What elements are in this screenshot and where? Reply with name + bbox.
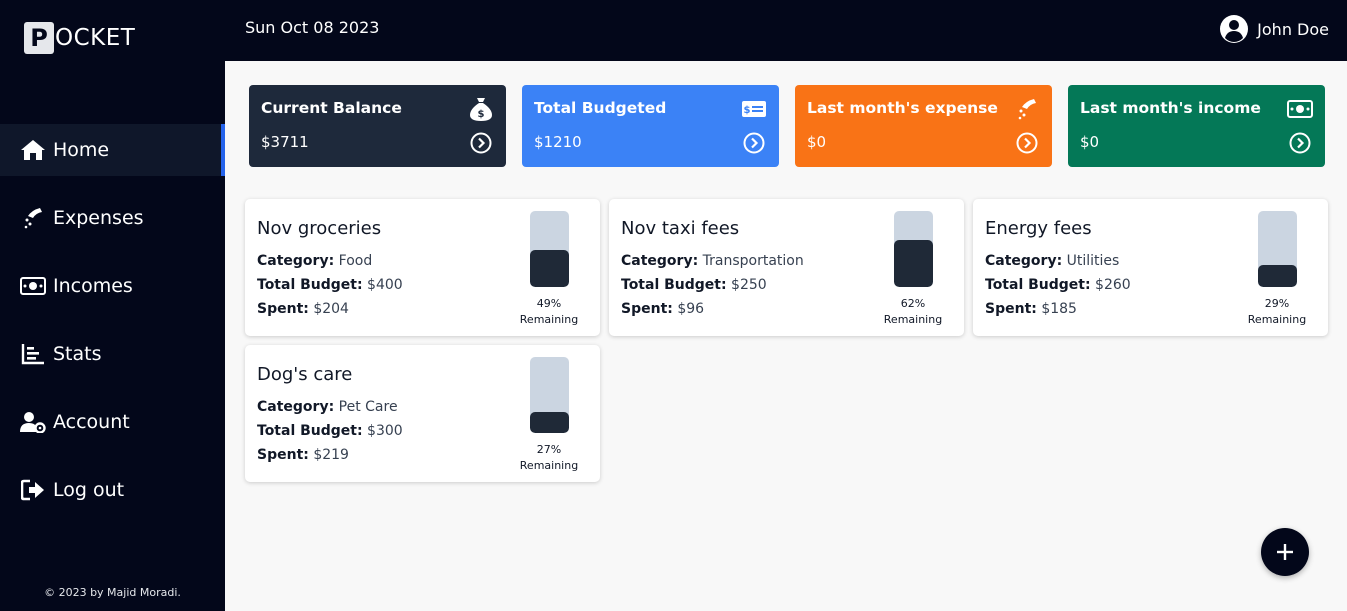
budget-total: Total Budget: $300 — [257, 423, 403, 439]
sidebar-item-account[interactable]: Account — [0, 396, 225, 448]
budget-list: Nov groceries Category: Food Total Budge… — [245, 199, 1335, 482]
sidebar: P OCKET Home Expenses Incomes Stats Acco… — [0, 0, 225, 611]
summary-cards: Current Balance $3711 $ Total Budgeted $… — [249, 85, 1325, 167]
sidebar-item-incomes[interactable]: Incomes — [0, 260, 225, 312]
budget-category: Category: Food — [257, 253, 373, 269]
user-avatar-icon — [1220, 15, 1249, 43]
budget-card[interactable]: Nov taxi fees Category: Transportation T… — [609, 199, 964, 336]
money-bag-icon: $ — [468, 97, 494, 121]
summary-title: Current Balance — [261, 99, 402, 117]
home-icon — [20, 138, 46, 162]
budget-category: Category: Utilities — [985, 253, 1120, 269]
budget-card[interactable]: Dog's care Category: Pet Care Total Budg… — [245, 345, 600, 482]
sidebar-item-label: Stats — [53, 343, 102, 365]
summary-title: Last month's income — [1080, 99, 1261, 117]
remaining-percent: 27% Remaining — [519, 443, 579, 472]
budget-total: Total Budget: $400 — [257, 277, 403, 293]
sidebar-item-label: Expenses — [53, 207, 144, 229]
remaining-bar-fill — [530, 412, 569, 433]
logout-icon — [20, 478, 46, 502]
user-name: John Doe — [1257, 19, 1329, 39]
sidebar-item-expenses[interactable]: Expenses — [0, 192, 225, 244]
money-icon — [1287, 97, 1313, 121]
sidebar-nav: Home Expenses Incomes Stats Account Log … — [0, 124, 225, 532]
budget-name: Dog's care — [257, 364, 353, 385]
remaining-percent: 49% Remaining — [519, 297, 579, 326]
budget-card[interactable]: Nov groceries Category: Food Total Budge… — [245, 199, 600, 336]
top-bar: Sun Oct 08 2023 John Doe — [225, 0, 1347, 61]
budget-card-icon: $ — [741, 97, 767, 121]
budget-name: Nov taxi fees — [621, 218, 740, 239]
sidebar-item-logout[interactable]: Log out — [0, 464, 225, 516]
summary-value: $0 — [1080, 133, 1100, 151]
user-gear-icon — [20, 410, 46, 434]
summary-value: $3711 — [261, 133, 309, 151]
budget-spent: Spent: $204 — [257, 301, 349, 317]
footer-credit: © 2023 by Majid Moradi. — [44, 586, 181, 599]
remaining-bar — [530, 357, 569, 433]
summary-title: Total Budgeted — [534, 99, 667, 117]
remaining-bar-fill — [1258, 265, 1297, 287]
summary-card-balance[interactable]: Current Balance $3711 $ — [249, 85, 506, 167]
remaining-percent: 62% Remaining — [883, 297, 943, 326]
summary-card-expense[interactable]: Last month's expense $0 — [795, 85, 1052, 167]
budget-name: Nov groceries — [257, 218, 382, 239]
svg-text:$: $ — [744, 105, 751, 116]
arrow-circle-right-icon[interactable] — [743, 132, 765, 154]
chart-icon — [20, 342, 46, 366]
summary-card-budgeted[interactable]: Total Budgeted $1210 $ — [522, 85, 779, 167]
budget-spent: Spent: $219 — [257, 447, 349, 463]
budget-name: Energy fees — [985, 218, 1092, 239]
sidebar-item-label: Log out — [53, 479, 125, 501]
sidebar-item-label: Home — [53, 139, 110, 161]
arrow-circle-right-icon[interactable] — [1016, 132, 1038, 154]
remaining-bar-fill — [894, 240, 933, 287]
remaining-bar — [1258, 211, 1297, 287]
remaining-bar — [530, 211, 569, 287]
arrow-circle-right-icon[interactable] — [1289, 132, 1311, 154]
sidebar-item-stats[interactable]: Stats — [0, 328, 225, 380]
svg-text:$: $ — [478, 109, 485, 120]
budget-total: Total Budget: $250 — [621, 277, 767, 293]
app-logo[interactable]: P OCKET — [24, 22, 135, 54]
user-menu[interactable]: John Doe — [1219, 14, 1329, 44]
current-date: Sun Oct 08 2023 — [245, 18, 380, 37]
sidebar-item-label: Account — [53, 411, 130, 433]
expense-icon — [20, 206, 46, 230]
remaining-bar-fill — [530, 250, 569, 287]
logo-text: OCKET — [55, 25, 136, 51]
plus-icon — [1277, 544, 1293, 560]
budget-spent: Spent: $96 — [621, 301, 705, 317]
expense-icon — [1014, 97, 1040, 121]
summary-card-income[interactable]: Last month's income $0 — [1068, 85, 1325, 167]
arrow-circle-right-icon[interactable] — [470, 132, 492, 154]
sidebar-item-label: Incomes — [53, 275, 133, 297]
budget-card[interactable]: Energy fees Category: Utilities Total Bu… — [973, 199, 1328, 336]
remaining-percent: 29% Remaining — [1247, 297, 1307, 326]
add-budget-button[interactable] — [1261, 528, 1309, 576]
summary-value: $1210 — [534, 133, 582, 151]
sidebar-item-home[interactable]: Home — [0, 124, 225, 176]
remaining-bar — [894, 211, 933, 287]
budget-spent: Spent: $185 — [985, 301, 1077, 317]
money-icon — [20, 274, 46, 298]
budget-total: Total Budget: $260 — [985, 277, 1131, 293]
summary-title: Last month's expense — [807, 99, 998, 117]
budget-category: Category: Transportation — [621, 253, 804, 269]
budget-category: Category: Pet Care — [257, 399, 398, 415]
summary-value: $0 — [807, 133, 827, 151]
logo-letter: P — [24, 22, 54, 54]
